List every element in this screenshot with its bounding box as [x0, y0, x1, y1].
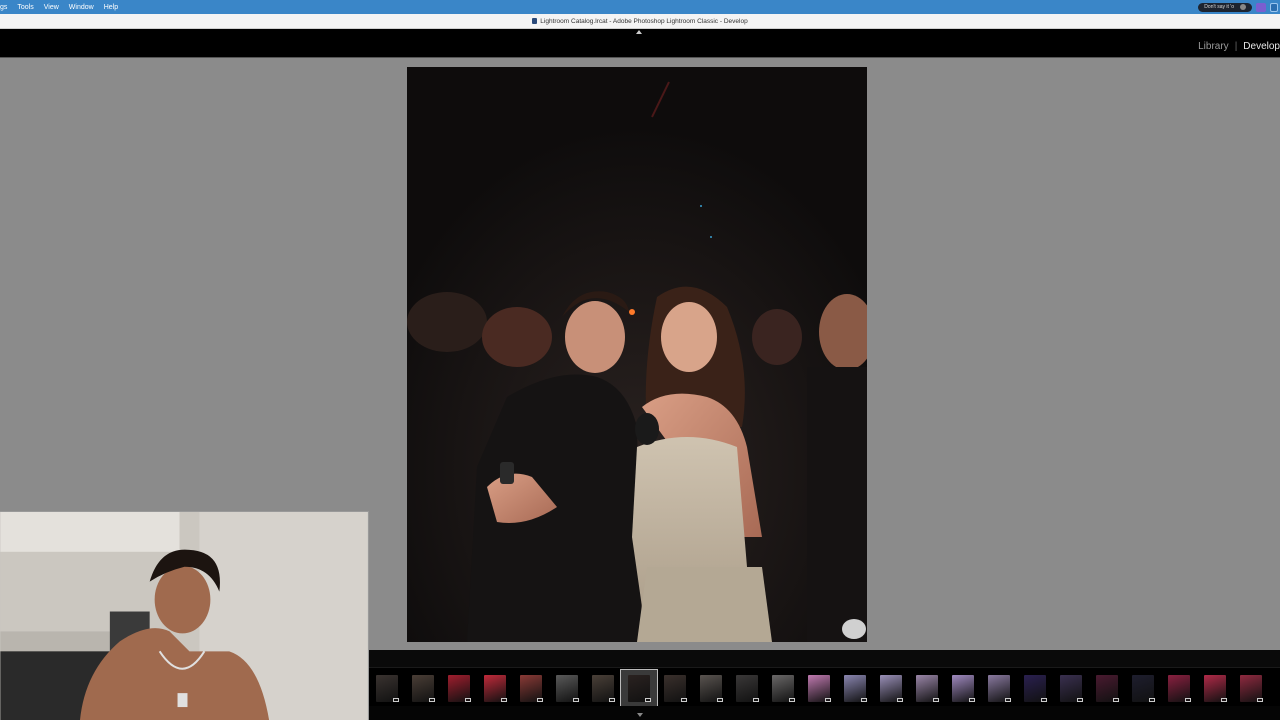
filmstrip-header [369, 650, 1280, 668]
edited-badge-icon [1149, 698, 1155, 702]
filmstrip-thumbnail[interactable] [405, 670, 441, 706]
filmstrip-thumbnail[interactable] [1197, 670, 1233, 706]
module-picker: Library | Develop [1198, 41, 1280, 52]
edited-badge-icon [1005, 698, 1011, 702]
edited-badge-icon [393, 698, 399, 702]
document-icon [532, 18, 538, 24]
photo-image [407, 67, 867, 642]
filmstrip [369, 650, 1280, 720]
filmstrip-thumbnail[interactable] [981, 670, 1017, 706]
menu-bar-extras: Don't say it 'o [1198, 0, 1280, 14]
app-status-icon[interactable] [1270, 2, 1278, 12]
top-panel-collapse-icon[interactable] [636, 30, 642, 34]
filmstrip-footer [369, 706, 1280, 720]
menu-view[interactable]: View [44, 4, 59, 11]
filmstrip-thumbnail[interactable] [657, 670, 693, 706]
filmstrip-thumbnail[interactable] [837, 670, 873, 706]
menu-settings[interactable]: gs [0, 4, 7, 11]
edited-badge-icon [501, 698, 507, 702]
bottom-panel-collapse-icon[interactable] [637, 713, 643, 717]
macos-menu-bar: gs Tools View Window Help Don't say it '… [0, 0, 1280, 14]
edited-badge-icon [429, 698, 435, 702]
filmstrip-thumbnail[interactable] [801, 670, 837, 706]
webcam-feed [0, 512, 368, 720]
filmstrip-thumbnail[interactable] [729, 670, 765, 706]
filmstrip-thumbnail[interactable] [909, 670, 945, 706]
filmstrip-thumbnail[interactable] [477, 670, 513, 706]
edited-badge-icon [1041, 698, 1047, 702]
photo-preview[interactable] [407, 67, 867, 642]
edited-badge-icon [681, 698, 687, 702]
edited-badge-icon [609, 698, 615, 702]
edited-badge-icon [465, 698, 471, 702]
filmstrip-thumbnail[interactable] [1125, 670, 1161, 706]
edited-badge-icon [573, 698, 579, 702]
webcam-overlay [0, 511, 369, 720]
module-library[interactable]: Library [1198, 41, 1229, 52]
now-playing-pill[interactable]: Don't say it 'o [1198, 2, 1252, 12]
screen: gs Tools View Window Help Don't say it '… [0, 0, 1280, 720]
edited-badge-icon [1185, 698, 1191, 702]
edited-badge-icon [1077, 698, 1083, 702]
filmstrip-thumbnail[interactable] [1053, 670, 1089, 706]
edited-badge-icon [969, 698, 975, 702]
filmstrip-thumbnail[interactable] [549, 670, 585, 706]
edited-badge-icon [1221, 698, 1227, 702]
edited-badge-icon [645, 698, 651, 702]
edited-badge-icon [1113, 698, 1119, 702]
now-playing-label: Don't say it 'o [1204, 4, 1234, 10]
filmstrip-thumbnail[interactable] [945, 670, 981, 706]
filmstrip-thumbnail[interactable] [1233, 670, 1269, 706]
menu-window[interactable]: Window [69, 4, 94, 11]
filmstrip-thumbnail[interactable] [693, 670, 729, 706]
filmstrip-thumbnail[interactable] [620, 669, 658, 707]
edited-badge-icon [789, 698, 795, 702]
filmstrip-thumbnail[interactable] [1161, 670, 1197, 706]
edited-badge-icon [1257, 698, 1263, 702]
window-title: Lightroom Catalog.lrcat - Adobe Photosho… [540, 17, 748, 25]
menu-tools[interactable]: Tools [17, 4, 33, 11]
edited-badge-icon [753, 698, 759, 702]
menu-help[interactable]: Help [104, 4, 118, 11]
edited-badge-icon [537, 698, 543, 702]
filmstrip-thumbnail[interactable] [765, 670, 801, 706]
edited-badge-icon [897, 698, 903, 702]
window-title-bar: Lightroom Catalog.lrcat - Adobe Photosho… [0, 14, 1280, 29]
edited-badge-icon [933, 698, 939, 702]
screen-record-icon[interactable] [1256, 2, 1266, 12]
edited-badge-icon [861, 698, 867, 702]
filmstrip-thumbnail[interactable] [873, 670, 909, 706]
filmstrip-thumbnail[interactable] [1089, 670, 1125, 706]
filmstrip-thumbnail[interactable] [369, 670, 405, 706]
filmstrip-thumbnail[interactable] [1017, 670, 1053, 706]
filmstrip-thumbnail[interactable] [585, 670, 621, 706]
module-bar: Library | Develop [0, 29, 1280, 58]
edited-badge-icon [717, 698, 723, 702]
module-separator: | [1234, 41, 1238, 52]
filmstrip-thumbnail[interactable] [441, 670, 477, 706]
edited-badge-icon [825, 698, 831, 702]
module-develop[interactable]: Develop [1243, 41, 1280, 52]
filmstrip-thumbnails [369, 669, 1280, 707]
now-playing-icon [1240, 4, 1246, 10]
filmstrip-thumbnail[interactable] [513, 670, 549, 706]
